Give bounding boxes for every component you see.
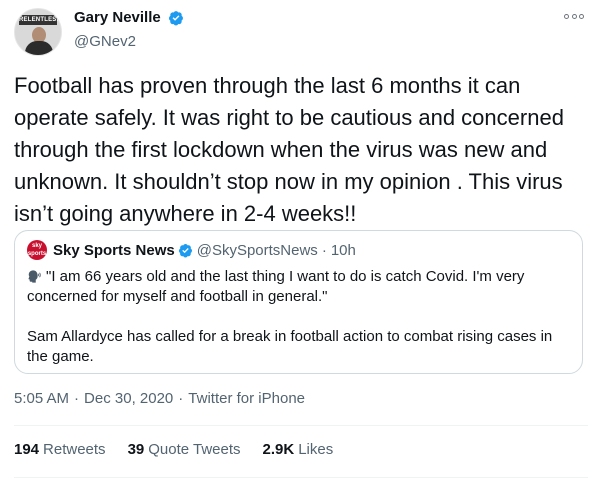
tweet-date[interactable]: Dec 30, 2020 — [84, 390, 173, 407]
more-dot — [564, 13, 569, 19]
quoted-tweet-header: sky sports Sky Sports News @SkySportsNew… — [27, 240, 570, 260]
likes-label: Likes — [298, 441, 334, 458]
divider — [14, 477, 588, 478]
tweet-card: RELENTLESS Gary Neville @GNev2 Football … — [0, 0, 598, 483]
tweet-stats: 194 Retweets 39 Quote Tweets 2.9K Likes — [14, 441, 333, 458]
quoted-paragraph-2: Sam Allardyce has called for a break in … — [27, 328, 553, 365]
tweet-text: Football has proven through the last 6 m… — [14, 73, 564, 226]
separator-dot: · — [321, 241, 327, 259]
retweets-label: Retweets — [43, 441, 106, 458]
divider — [14, 425, 588, 426]
quoted-timestamp[interactable]: 10h — [331, 242, 356, 259]
more-options-icon[interactable] — [564, 10, 584, 22]
quoted-author-avatar[interactable]: sky sports — [27, 240, 47, 260]
quote-tweets-count: 39 — [127, 441, 145, 458]
quote-tweets-stat[interactable]: 39 Quote Tweets — [128, 441, 241, 458]
verified-badge-icon — [178, 243, 192, 257]
avatar-sign: RELENTLESS — [19, 15, 61, 25]
retweets-stat[interactable]: 194 Retweets — [14, 441, 106, 458]
likes-stat[interactable]: 2.9K Likes — [263, 441, 334, 458]
quoted-display-name[interactable]: Sky Sports News — [53, 242, 175, 259]
quoted-paragraph-1: "I am 66 years old and the last thing I … — [27, 267, 570, 307]
quoted-handle[interactable]: @SkySportsNews — [197, 242, 318, 259]
author-display-name[interactable]: Gary Neville — [74, 9, 161, 26]
avatar-body — [25, 41, 53, 55]
author-avatar[interactable]: RELENTLESS — [14, 8, 62, 56]
likes-count: 2.9K — [262, 441, 295, 458]
retweets-count: 194 — [14, 441, 40, 458]
more-dot — [579, 13, 584, 19]
quote-tweets-label: Quote Tweets — [148, 441, 241, 458]
author-handle[interactable]: @GNev2 — [74, 33, 184, 50]
quoted-paragraph-1-text: "I am 66 years old and the last thing I … — [27, 268, 525, 305]
separator-dot: · — [178, 390, 184, 407]
speaking-head-icon — [28, 270, 41, 283]
verified-badge-icon — [169, 10, 184, 26]
separator-dot: · — [74, 390, 80, 407]
quoted-tweet-body: "I am 66 years old and the last thing I … — [27, 267, 570, 367]
author-info: Gary Neville @GNev2 — [74, 9, 184, 50]
more-dot — [571, 13, 577, 19]
tweet-source[interactable]: Twitter for iPhone — [188, 390, 305, 407]
tweet-meta: 5:05 AM · Dec 30, 2020 · Twitter for iPhone — [14, 390, 305, 407]
tweet-time[interactable]: 5:05 AM — [14, 390, 69, 407]
quoted-tweet[interactable]: sky sports Sky Sports News @SkySportsNew… — [14, 230, 583, 374]
